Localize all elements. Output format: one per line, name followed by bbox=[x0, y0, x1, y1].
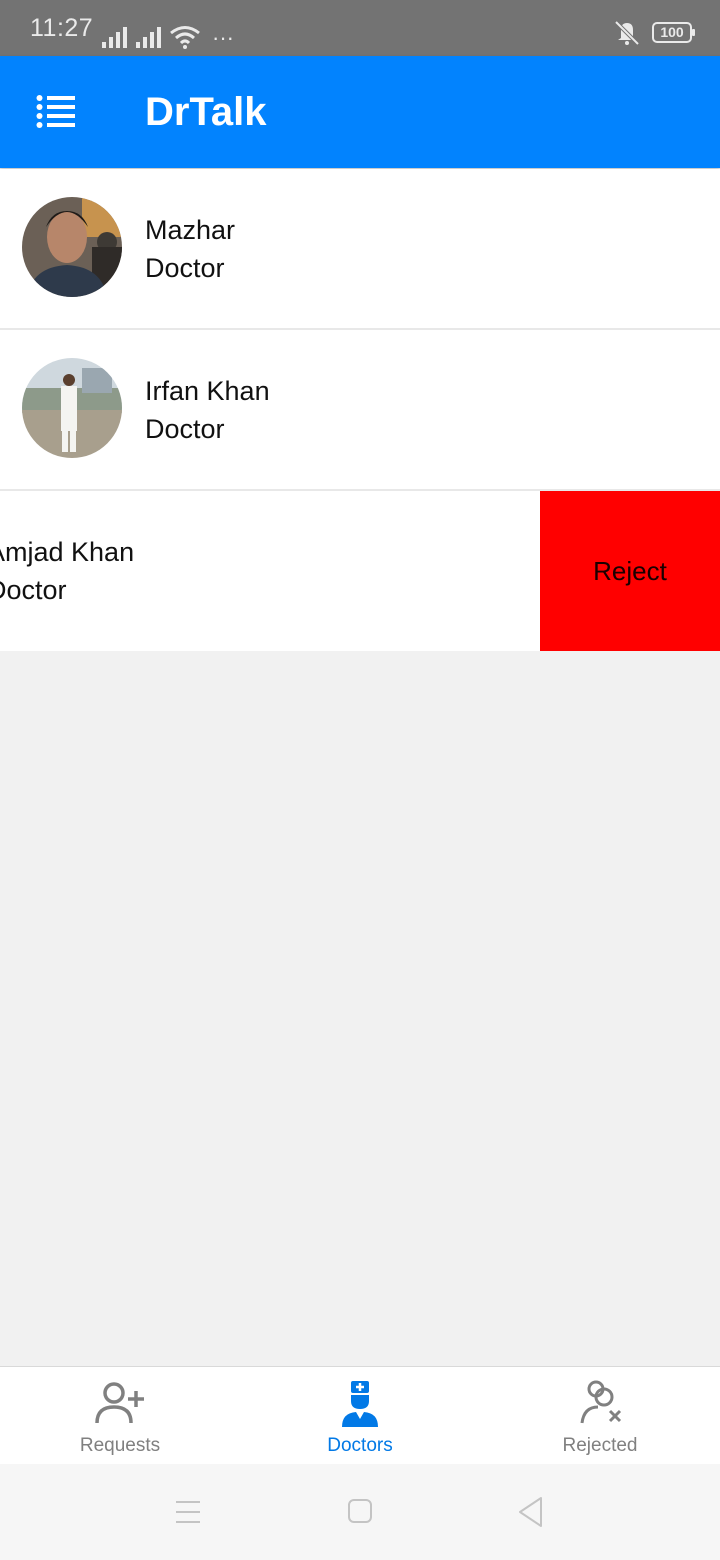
doctor-role: Doctor bbox=[145, 253, 225, 283]
menu-list-icon bbox=[36, 95, 75, 128]
app-title: DrTalk bbox=[145, 90, 267, 134]
list-item[interactable]: Mazhar Doctor bbox=[0, 169, 720, 330]
status-bar: 11:27 ··· 100 bbox=[0, 0, 720, 56]
tab-rejected[interactable]: Rejected bbox=[480, 1367, 720, 1464]
doctor-icon bbox=[342, 1381, 378, 1427]
doctor-role: Doctor bbox=[0, 575, 67, 605]
doctor-role: Doctor bbox=[145, 414, 225, 444]
menu-button[interactable] bbox=[36, 94, 76, 128]
doctor-name: Mazhar bbox=[145, 215, 236, 245]
avatar bbox=[22, 358, 122, 458]
doctor-name: Irfan Khan bbox=[145, 376, 270, 406]
tab-requests-label: Requests bbox=[79, 1435, 161, 1456]
status-time: 11:27 bbox=[30, 14, 94, 42]
avatar bbox=[22, 197, 122, 297]
home-icon[interactable] bbox=[340, 1494, 380, 1530]
rejected-user-icon bbox=[580, 1380, 622, 1424]
list-item-swiped[interactable]: Amjad Khan Doctor Reject bbox=[0, 491, 720, 651]
reject-button[interactable]: Reject bbox=[540, 491, 720, 651]
silent-icon bbox=[614, 20, 640, 46]
app-bar: DrTalk bbox=[0, 56, 720, 168]
signal-icon bbox=[102, 27, 127, 48]
signal-icon-2 bbox=[136, 27, 161, 48]
back-icon[interactable] bbox=[512, 1494, 552, 1530]
add-user-icon bbox=[95, 1382, 144, 1424]
tab-requests[interactable]: Requests bbox=[0, 1367, 240, 1464]
bottom-navigation: Requests Doctors Rejected bbox=[0, 1366, 720, 1464]
more-status-icon: ··· bbox=[212, 25, 234, 50]
wifi-icon bbox=[170, 26, 200, 49]
doctor-list: Mazhar Doctor Irfan Khan Doctor Amjad Kh… bbox=[0, 169, 720, 651]
system-nav-bar bbox=[0, 1464, 720, 1560]
tab-doctors[interactable]: Doctors bbox=[240, 1367, 480, 1464]
recents-menu-icon[interactable] bbox=[168, 1494, 208, 1530]
tab-rejected-label: Rejected bbox=[562, 1435, 638, 1456]
doctor-name: Amjad Khan bbox=[0, 537, 135, 567]
list-item[interactable]: Irfan Khan Doctor bbox=[0, 330, 720, 491]
tab-doctors-label: Doctors bbox=[327, 1435, 393, 1456]
battery-icon: 100 bbox=[652, 21, 695, 43]
